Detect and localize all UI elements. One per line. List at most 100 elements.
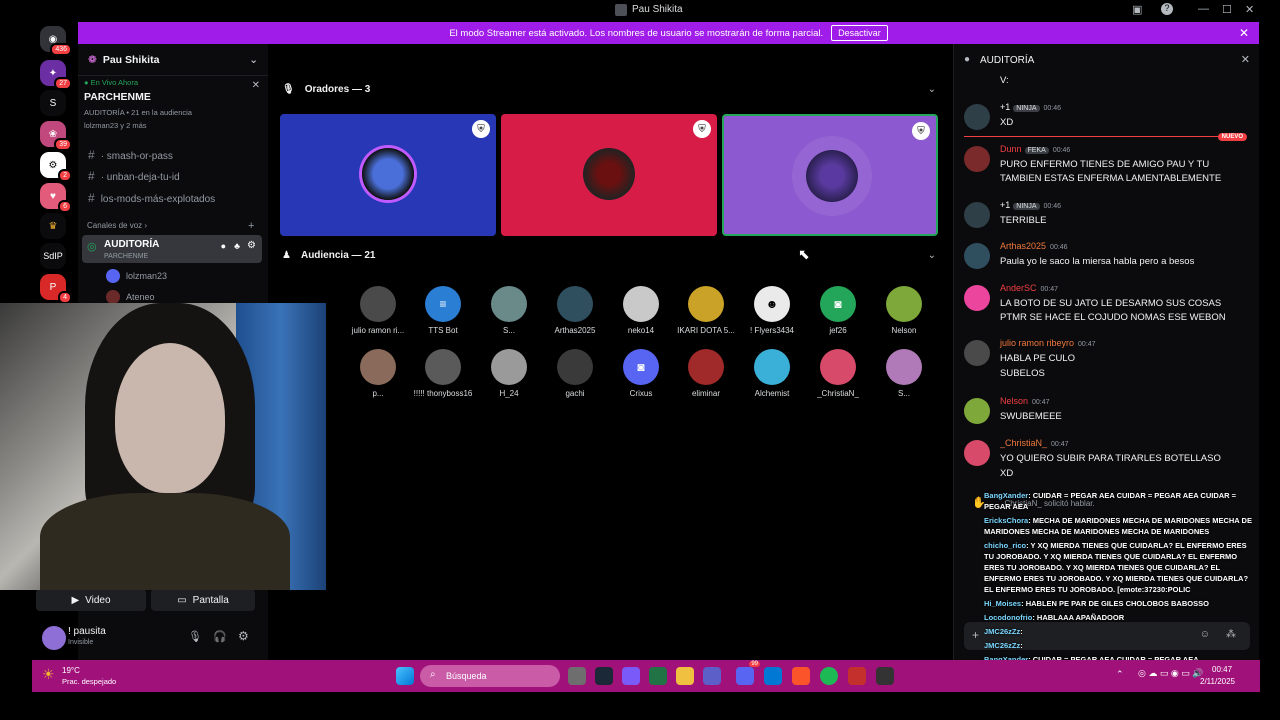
audience-member[interactable]: ☻! Flyers3434 xyxy=(742,286,802,335)
audience-member[interactable]: p... xyxy=(348,349,408,398)
deactivate-button[interactable]: Desactivar xyxy=(831,25,888,41)
message-text: LA BOTO DE SU JATO LE DESARMO SUS COSAS … xyxy=(1000,298,1226,323)
start-button[interactable] xyxy=(396,667,414,685)
audience-member[interactable]: !!!!! thonyboss16 xyxy=(413,349,473,398)
channel-los-mods[interactable]: # los-mods-más-explotados xyxy=(88,191,215,205)
close-window-button[interactable]: ✕ xyxy=(1245,3,1254,16)
stage-meta: AUDITORÍA • 21 en la audiencia xyxy=(84,108,192,117)
overlay-line: chicho_rico: Y XQ MIERDA TIENES QUE CUID… xyxy=(984,541,1249,594)
audience-member[interactable]: S... xyxy=(479,286,539,335)
overlay-line: Locodonofrio: HABLAAA APAÑADOOR xyxy=(984,613,1125,622)
audience-member[interactable]: eliminar xyxy=(676,349,736,398)
video-button[interactable]: ▶ Video xyxy=(36,589,146,611)
audience-header[interactable]: ♟ Audiencia — 21 xyxy=(282,250,375,261)
voice-category[interactable]: Canales de voz › xyxy=(87,221,147,230)
chevron-down-icon[interactable]: ⌄ xyxy=(928,250,936,261)
obs-icon[interactable] xyxy=(876,667,894,685)
spotify-icon[interactable] xyxy=(820,667,838,685)
dm-home-button[interactable]: ◉ 436 xyxy=(40,26,72,56)
server-icon[interactable]: ⚙ 2 xyxy=(40,152,72,182)
chevron-up-icon[interactable]: ⌃ xyxy=(1116,669,1124,680)
add-channel-icon[interactable]: + xyxy=(248,220,254,232)
microphone-icon: 🎙 xyxy=(282,84,295,95)
guild-header[interactable]: ❁ Pau Shikita ⌄ xyxy=(78,44,268,76)
unread-badge: 39 xyxy=(54,138,72,151)
inbox-icon[interactable]: ▣ xyxy=(1132,3,1142,16)
windows-taskbar: ☀ 19°C Prac. despejado ⌕ Búsqueda 99 ⌃ ◎… xyxy=(32,660,1260,692)
weather-icon[interactable]: ☀ xyxy=(42,666,55,683)
close-banner-icon[interactable]: ✕ xyxy=(1239,26,1249,40)
speaker-tile-speaking[interactable]: ⛨ xyxy=(722,114,938,236)
message-header: Nelson 00:47 xyxy=(1000,396,1050,406)
message-header: AnderSC 00:47 xyxy=(1000,283,1059,293)
search-box[interactable]: ⌕ Búsqueda xyxy=(420,665,560,687)
excel-icon[interactable] xyxy=(649,667,667,685)
chevron-down-icon: ⌄ xyxy=(249,53,258,66)
speakers-header[interactable]: 🎙 Oradores — 3 xyxy=(282,84,370,95)
microphone-icon[interactable]: 🎙 xyxy=(188,630,202,643)
avatar[interactable] xyxy=(42,626,66,650)
headphones-icon[interactable]: 🎧 xyxy=(213,630,227,643)
message-header: +1 NINJA 00:46 xyxy=(1000,102,1062,112)
gear-icon[interactable]: ⚙ xyxy=(247,240,256,251)
maximize-button[interactable]: ☐ xyxy=(1222,3,1232,16)
help-icon[interactable]: ? xyxy=(1161,3,1173,15)
speaker-tile[interactable]: ⛨ xyxy=(501,114,717,236)
server-icon[interactable]: SdIP xyxy=(40,243,66,269)
minimize-button[interactable]: — xyxy=(1198,3,1209,15)
voice-user[interactable]: Ateneo xyxy=(106,290,155,304)
outlook-icon[interactable] xyxy=(764,667,782,685)
add-attachment-icon[interactable]: + xyxy=(972,628,979,642)
server-icon[interactable]: S xyxy=(40,90,66,116)
server-icon[interactable]: ♥ 6 xyxy=(40,183,72,213)
message-text: PURO ENFERMO TIENES DE AMIGO PAU Y TU TA… xyxy=(1000,159,1222,184)
steam-icon[interactable] xyxy=(595,667,613,685)
overlay-line: JMC26zZz: xyxy=(984,641,1023,650)
channel-unban[interactable]: # · unban-deja-tu-id xyxy=(88,169,180,183)
audience-member[interactable]: julio ramon ri... xyxy=(348,286,408,335)
server-icon[interactable]: ✦ 27 xyxy=(40,60,72,90)
close-icon[interactable]: ✕ xyxy=(1241,53,1250,66)
audience-member[interactable]: gachi xyxy=(545,349,605,398)
server-icon[interactable]: P4 xyxy=(40,274,72,304)
audience-member[interactable]: Alchemist xyxy=(742,349,802,398)
server-icon[interactable]: ❀ 39 xyxy=(40,121,72,151)
audience-member[interactable]: S... xyxy=(874,349,934,398)
crown-server-icon[interactable]: ♛ xyxy=(40,213,66,239)
brave-icon[interactable] xyxy=(792,667,810,685)
chevron-down-icon[interactable]: ⌄ xyxy=(928,84,936,95)
copilot-icon[interactable] xyxy=(622,667,640,685)
voice-user[interactable]: lolzman23 xyxy=(106,269,167,283)
audience-member[interactable]: ◙ Crixus xyxy=(611,349,671,398)
user-status: Invisible xyxy=(68,639,94,646)
app-icon[interactable] xyxy=(848,667,866,685)
avatar xyxy=(964,285,990,311)
discord-taskbar-icon[interactable]: 99 xyxy=(736,661,760,685)
message-text: SUBELOS xyxy=(1000,368,1045,379)
voice-channel-auditoria[interactable]: ◎ AUDITORÍA PARCHENME ● ♣ ⚙ xyxy=(82,235,262,263)
speaker-avatar xyxy=(362,148,414,200)
audience-member[interactable]: neko14 xyxy=(611,286,671,335)
file-explorer-icon[interactable] xyxy=(676,667,694,685)
audience-member[interactable]: _ChristiaN_ xyxy=(808,349,868,398)
settings-gear-icon[interactable]: ⚙ xyxy=(238,629,249,643)
audience-member[interactable]: ◙ jef26 xyxy=(808,286,868,335)
audience-member[interactable]: H_24 xyxy=(479,349,539,398)
chat-icon[interactable]: ● xyxy=(221,241,226,251)
message-text: XD xyxy=(1000,468,1014,479)
speaker-tile[interactable]: ⛨ xyxy=(280,114,496,236)
close-icon[interactable]: ✕ xyxy=(252,80,260,91)
audience-member[interactable]: Nelson xyxy=(874,286,934,335)
chat-header: ● AUDITORÍA ✕ xyxy=(954,44,1260,76)
task-view-icon[interactable] xyxy=(568,667,586,685)
audience-member[interactable]: ≡ TTS Bot xyxy=(413,286,473,335)
live-stage-card[interactable]: ● En Vivo Ahora PARCHENME AUDITORÍA • 21… xyxy=(84,78,264,144)
audience-member[interactable]: Arthas2025 xyxy=(545,286,605,335)
audience-member[interactable]: IKARI DOTA 5... xyxy=(676,286,736,335)
teams-icon[interactable] xyxy=(703,667,721,685)
screen-share-button[interactable]: ▭ Pantalla xyxy=(151,589,255,611)
tray-icons[interactable]: ◎ ☁ ▭ ◉ ▭ 🔊 xyxy=(1138,668,1203,679)
invite-icon[interactable]: ♣ xyxy=(234,241,240,251)
avatar xyxy=(964,104,990,130)
channel-smash-or-pass[interactable]: # · smash-or-pass xyxy=(88,148,173,162)
